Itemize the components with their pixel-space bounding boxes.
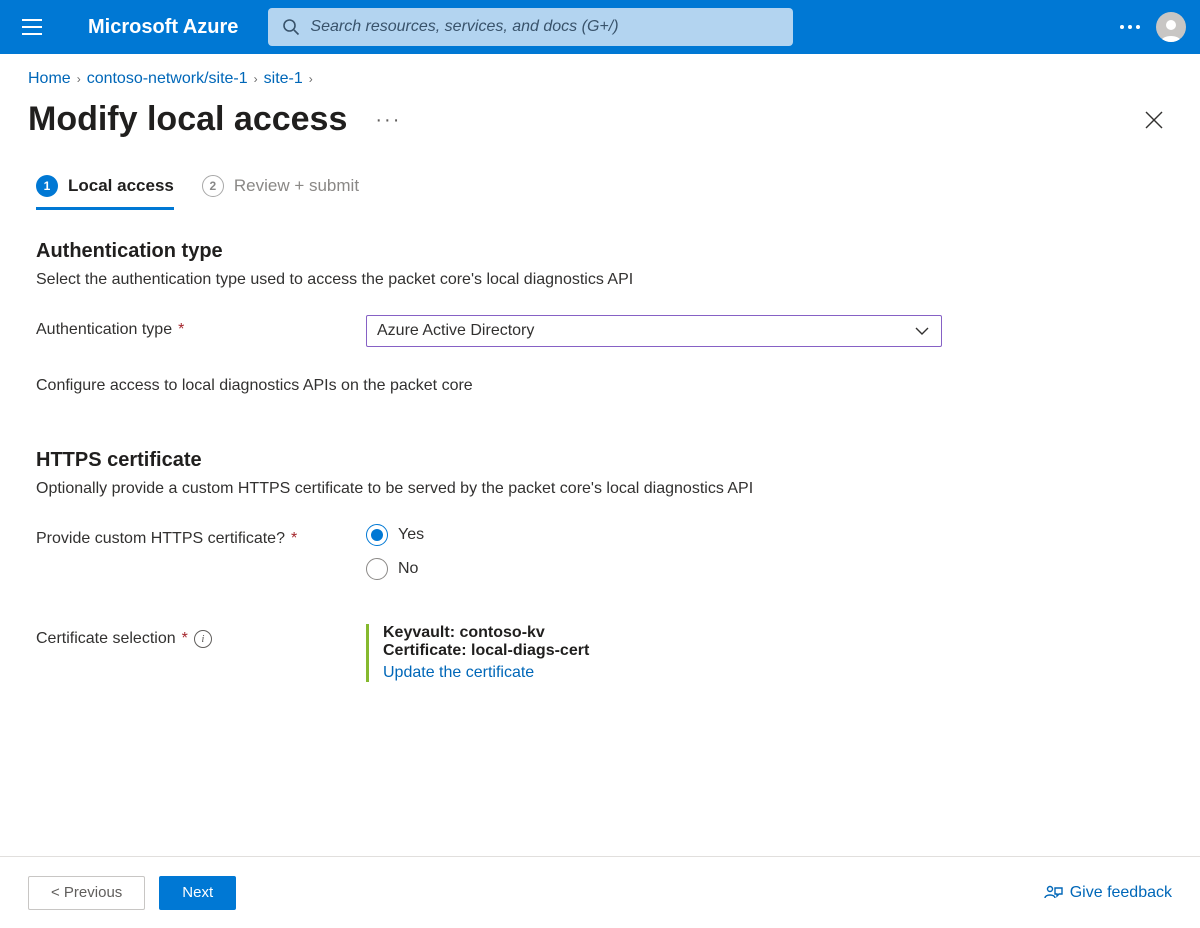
crumb-network[interactable]: contoso-network/site-1: [87, 70, 248, 88]
radio-icon: [366, 558, 388, 580]
topbar: Microsoft Azure: [0, 0, 1200, 54]
cert-line: Certificate: local-diags-cert: [383, 642, 942, 660]
next-button[interactable]: Next: [159, 876, 236, 910]
radio-no-label: No: [398, 560, 418, 578]
more-icon: [1120, 25, 1140, 29]
auth-type-label: Authentication type *: [36, 315, 366, 339]
required-asterisk: *: [178, 321, 184, 339]
cert-info-panel: Keyvault: contoso-kv Certificate: local-…: [366, 624, 942, 682]
required-asterisk: *: [291, 530, 297, 548]
chevron-right-icon: ›: [254, 72, 258, 86]
page-title: Modify local access: [28, 100, 347, 139]
auth-section-title: Authentication type: [36, 240, 1164, 263]
footer: < Previous Next Give feedback: [0, 856, 1200, 928]
page-more-button[interactable]: ···: [375, 110, 401, 130]
keyvault-line: Keyvault: contoso-kv: [383, 624, 942, 642]
hamburger-icon: [22, 19, 42, 35]
auth-section-desc: Select the authentication type used to a…: [36, 271, 1164, 289]
auth-type-label-text: Authentication type: [36, 321, 172, 339]
chevron-right-icon: ›: [309, 72, 313, 86]
page-header: Modify local access ···: [0, 92, 1200, 175]
crumb-site[interactable]: site-1: [264, 70, 303, 88]
provide-cert-label-text: Provide custom HTTPS certificate?: [36, 530, 285, 548]
https-section: HTTPS certificate Optionally provide a c…: [36, 449, 1164, 498]
tab-label: Review + submit: [234, 176, 359, 196]
tab-number: 1: [36, 175, 58, 197]
content-area: 1 Local access 2 Review + submit Authent…: [0, 175, 1200, 856]
search-input[interactable]: [310, 18, 779, 36]
auth-type-row: Authentication type * Azure Active Direc…: [36, 315, 1164, 347]
more-button[interactable]: [1106, 3, 1154, 51]
cert-selection-label-text: Certificate selection: [36, 630, 176, 648]
previous-button[interactable]: < Previous: [28, 876, 145, 910]
auth-configure-desc: Configure access to local diagnostics AP…: [36, 377, 1164, 395]
step-tabs: 1 Local access 2 Review + submit: [36, 175, 1164, 210]
breadcrumb: Home › contoso-network/site-1 › site-1 ›: [0, 54, 1200, 92]
https-section-desc: Optionally provide a custom HTTPS certif…: [36, 480, 1164, 498]
close-icon: [1144, 110, 1164, 130]
provide-cert-label: Provide custom HTTPS certificate? *: [36, 524, 366, 548]
provide-cert-row: Provide custom HTTPS certificate? * Yes …: [36, 524, 1164, 580]
auth-type-value: Azure Active Directory: [377, 322, 534, 340]
tab-local-access[interactable]: 1 Local access: [36, 175, 174, 210]
radio-icon: [366, 524, 388, 546]
chevron-down-icon: [915, 327, 929, 335]
close-button[interactable]: [1136, 102, 1172, 138]
search-icon: [282, 18, 300, 36]
chevron-right-icon: ›: [77, 72, 81, 86]
radio-yes-label: Yes: [398, 526, 424, 544]
auth-type-select[interactable]: Azure Active Directory: [366, 315, 942, 347]
search-box[interactable]: [268, 8, 793, 46]
person-icon: [1158, 16, 1184, 42]
required-asterisk: *: [182, 630, 188, 648]
provide-cert-radio-group: Yes No: [366, 524, 942, 580]
crumb-home[interactable]: Home: [28, 70, 71, 88]
tab-label: Local access: [68, 176, 174, 196]
update-cert-link[interactable]: Update the certificate: [383, 664, 534, 682]
hamburger-button[interactable]: [8, 3, 56, 51]
avatar[interactable]: [1156, 12, 1186, 42]
https-section-title: HTTPS certificate: [36, 449, 1164, 472]
feedback-label: Give feedback: [1070, 884, 1172, 902]
radio-no[interactable]: No: [366, 558, 942, 580]
auth-section: Authentication type Select the authentic…: [36, 240, 1164, 289]
tab-number: 2: [202, 175, 224, 197]
give-feedback-link[interactable]: Give feedback: [1044, 884, 1172, 902]
cert-selection-label: Certificate selection * i: [36, 624, 366, 648]
feedback-icon: [1044, 884, 1064, 902]
cert-selection-row: Certificate selection * i Keyvault: cont…: [36, 624, 1164, 682]
brand-title[interactable]: Microsoft Azure: [58, 16, 262, 39]
radio-yes[interactable]: Yes: [366, 524, 942, 546]
tab-review-submit[interactable]: 2 Review + submit: [202, 175, 359, 210]
info-icon[interactable]: i: [194, 630, 212, 648]
